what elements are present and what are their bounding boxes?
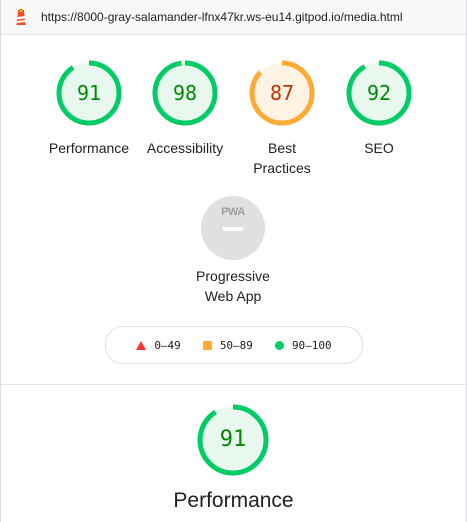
gauge-ring: 98 [152, 60, 218, 126]
pwa-label: Progressive Web App [196, 268, 270, 304]
pwa-dash-icon [223, 227, 243, 231]
square-icon [202, 340, 212, 350]
category-gauge-performance: 91 [197, 404, 269, 476]
legend-fail-range: 0–49 [154, 338, 181, 352]
section-divider [1, 384, 466, 385]
lighthouse-icon [16, 8, 26, 25]
gauge-seo[interactable]: 92 SEO [329, 60, 429, 158]
pwa-badge-icon: PWA [201, 196, 265, 260]
pwa-badge-text: PWA [221, 206, 245, 218]
legend-pass-range: 90–100 [291, 338, 332, 352]
category-score: 91 [219, 427, 247, 452]
report-topbar: https://8000-gray-salamander-lfnx47kr.ws… [1, 0, 466, 35]
gauge-score: 91 [76, 81, 102, 105]
gauge-score: 87 [269, 81, 295, 105]
gauge-label: Best Practices [253, 140, 311, 176]
gauge-score: 98 [172, 81, 198, 105]
gauge-accessibility[interactable]: 98 Accessibility [135, 60, 235, 158]
report-url[interactable]: https://8000-gray-salamander-lfnx47kr.ws… [41, 10, 403, 24]
legend-average-range: 50–89 [219, 338, 253, 352]
legend-average: 50–89 [202, 338, 253, 352]
legend-fail: 0–49 [136, 339, 181, 352]
gauge-label: SEO [364, 140, 394, 156]
triangle-icon [136, 340, 147, 350]
gauge-score: 92 [366, 81, 392, 105]
gauge-performance[interactable]: 91 Performance [39, 60, 139, 158]
gauge-best-practices[interactable]: 87 Best Practices [232, 60, 332, 178]
gauge-label: Performance [48, 140, 130, 156]
gauge-label: Accessibility [146, 140, 224, 156]
category-title: Performance [173, 489, 294, 512]
legend-pass: 90–100 [274, 338, 332, 352]
score-scale-legend: 0–49 50–89 90–100 [105, 326, 363, 364]
circle-icon [274, 340, 284, 350]
gauge-ring: 87 [249, 60, 315, 126]
gauge-pwa[interactable]: PWA Progressive Web App [183, 196, 283, 306]
report-frame: https://8000-gray-salamander-lfnx47kr.ws… [0, 0, 467, 522]
gauge-ring: 91 [56, 60, 122, 126]
gauge-ring: 92 [346, 60, 412, 126]
